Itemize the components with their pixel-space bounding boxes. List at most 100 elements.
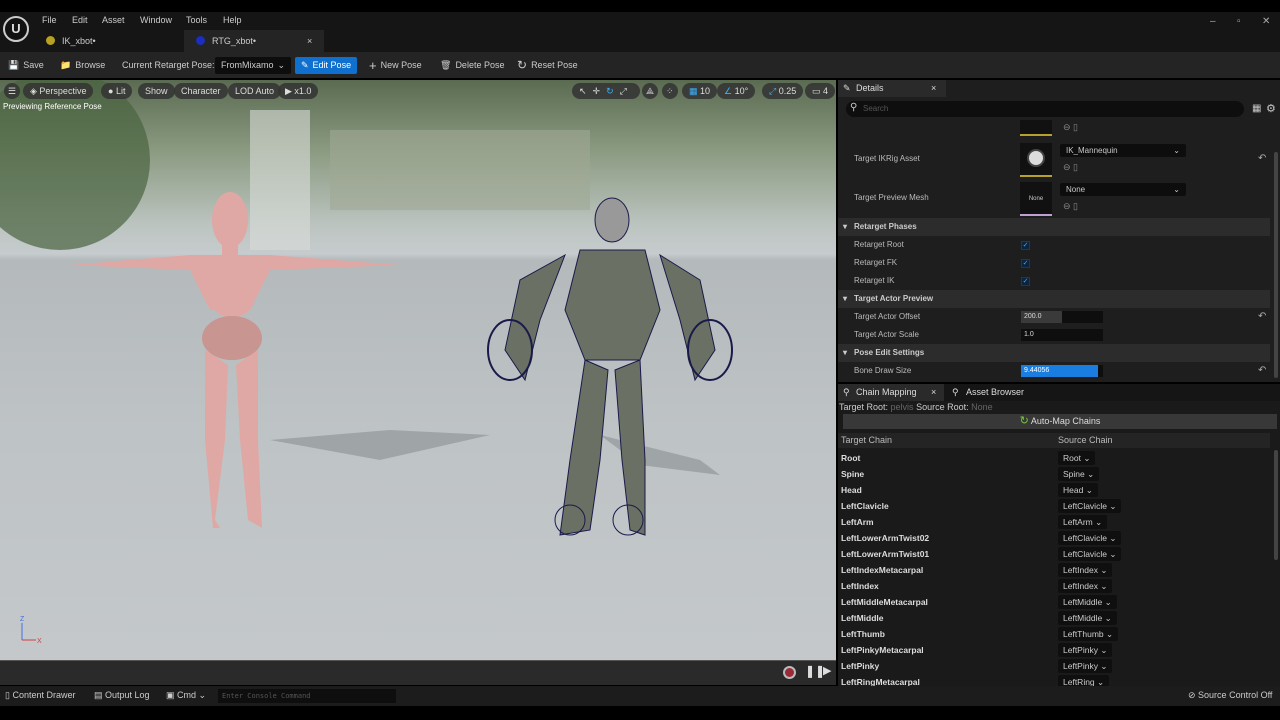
local-space-icon[interactable]: ⟁: [642, 83, 659, 99]
lod-button[interactable]: LOD Auto: [228, 83, 282, 99]
chain-row[interactable]: Head Head ⌄: [838, 482, 1270, 498]
source-chain-dropdown[interactable]: LeftPinky ⌄: [1058, 643, 1113, 657]
target-actor-offset-input[interactable]: 200.0: [1021, 311, 1103, 323]
menu-help[interactable]: Help: [223, 15, 242, 25]
chain-row[interactable]: LeftClavicle LeftClavicle ⌄: [838, 498, 1270, 514]
chain-row[interactable]: Spine Spine ⌄: [838, 466, 1270, 482]
close-tab-icon[interactable]: ×: [307, 30, 312, 52]
reset-to-default-icon[interactable]: ↶: [1258, 153, 1266, 164]
retarget-fk-checkbox[interactable]: ✓: [1021, 259, 1030, 268]
search-input[interactable]: ⚲ Search: [846, 101, 1244, 117]
content-drawer-button[interactable]: ▯ Content Drawer: [5, 690, 75, 701]
settings-icon[interactable]: ⚙: [1266, 102, 1276, 115]
playback-speed-button[interactable]: ▶ x1.0: [278, 83, 319, 99]
edit-pose-button[interactable]: ✎ Edit Pose: [295, 57, 358, 74]
source-chain-dropdown[interactable]: LeftMiddle ⌄: [1058, 611, 1117, 625]
bone-draw-size-input[interactable]: 9.44056: [1021, 365, 1103, 377]
chain-row[interactable]: LeftThumb LeftThumb ⌄: [838, 626, 1270, 642]
character-button[interactable]: Character: [174, 83, 228, 99]
rotation-snap-button[interactable]: ∠ 10°: [717, 83, 756, 99]
chain-row[interactable]: LeftIndexMetacarpal LeftIndex ⌄: [838, 562, 1270, 578]
cmd-dropdown[interactable]: ▣ Cmd ⌄: [166, 690, 206, 701]
close-tab-icon[interactable]: ×: [931, 384, 936, 401]
retarget-root-checkbox[interactable]: ✓: [1021, 241, 1030, 250]
viewport[interactable]: ZX ☰ ◈ Perspective ● Lit Show Character …: [0, 80, 836, 660]
target-mesh-dropdown[interactable]: None ⌄: [1060, 183, 1186, 196]
perspective-button[interactable]: ◈ Perspective: [23, 83, 94, 99]
lit-button[interactable]: ● Lit: [101, 83, 133, 99]
source-chain-dropdown[interactable]: LeftClavicle ⌄: [1058, 499, 1122, 513]
chain-row[interactable]: Root Root ⌄: [838, 450, 1270, 466]
target-actor-scale-input[interactable]: 1.0: [1021, 329, 1103, 341]
maximize-icon[interactable]: ▫: [1237, 16, 1241, 27]
grid-snap-button[interactable]: ▦ 10: [682, 83, 718, 99]
source-control-button[interactable]: ⊘ Source Control Off: [1188, 690, 1272, 701]
tab-rtg-xbot[interactable]: RTG_xbot• ×: [184, 30, 324, 52]
retarget-ik-checkbox[interactable]: ✓: [1021, 277, 1030, 286]
reset-pose-button[interactable]: ↻ Reset Pose: [517, 57, 578, 74]
tab-chain-mapping[interactable]: ⚲ Chain Mapping ×: [838, 384, 944, 401]
console-input[interactable]: Enter Console Command: [218, 689, 396, 703]
source-chain-dropdown[interactable]: LeftIndex ⌄: [1058, 563, 1113, 577]
tab-ik-xbot[interactable]: IK_xbot•: [34, 30, 184, 52]
output-log-button[interactable]: ▤ Output Log: [94, 690, 150, 701]
source-chain-dropdown[interactable]: Head ⌄: [1058, 483, 1098, 497]
new-pose-button[interactable]: + New Pose: [369, 57, 422, 74]
section-target-actor-preview[interactable]: ▾ Target Actor Preview: [838, 290, 1270, 308]
table-view-icon[interactable]: ▦: [1252, 103, 1261, 114]
show-button[interactable]: Show: [138, 83, 175, 99]
chain-row[interactable]: LeftPinky LeftPinky ⌄: [838, 658, 1270, 674]
menu-window[interactable]: Window: [140, 15, 172, 25]
auto-map-chains-button[interactable]: ↻ Auto-Map Chains: [843, 414, 1277, 429]
source-chain-dropdown[interactable]: LeftClavicle ⌄: [1058, 531, 1122, 545]
source-chain-dropdown[interactable]: LeftPinky ⌄: [1058, 659, 1113, 673]
chain-row[interactable]: LeftArm LeftArm ⌄: [838, 514, 1270, 530]
save-button[interactable]: 💾 Save: [8, 57, 44, 74]
chain-scrollbar[interactable]: [1274, 450, 1278, 560]
record-icon[interactable]: [783, 666, 796, 679]
source-chain-dropdown[interactable]: LeftArm ⌄: [1058, 515, 1108, 529]
menu-edit[interactable]: Edit: [72, 15, 88, 25]
target-ikrig-dropdown[interactable]: IK_Mannequin ⌄: [1060, 144, 1186, 157]
section-pose-edit-settings[interactable]: ▾ Pose Edit Settings: [838, 344, 1270, 362]
chain-row[interactable]: LeftMiddleMetacarpal LeftMiddle ⌄: [838, 594, 1270, 610]
camera-speed-button[interactable]: ▭ 4: [805, 83, 836, 99]
chain-row[interactable]: LeftRingMetacarpal LeftRing ⌄: [838, 674, 1270, 686]
browse-button[interactable]: 📁 Browse: [60, 57, 105, 74]
source-chain-dropdown[interactable]: LeftClavicle ⌄: [1058, 547, 1122, 561]
source-chain-dropdown[interactable]: LeftMiddle ⌄: [1058, 595, 1117, 609]
close-tab-icon[interactable]: ×: [931, 80, 936, 97]
tab-details[interactable]: ✎ Details ×: [838, 80, 946, 97]
close-window-icon[interactable]: ✕: [1262, 16, 1270, 27]
browse-asset-icons[interactable]: ⊖ ▯: [1063, 122, 1078, 133]
chain-row[interactable]: LeftLowerArmTwist01 LeftClavicle ⌄: [838, 546, 1270, 562]
source-chain-dropdown[interactable]: Spine ⌄: [1058, 467, 1100, 481]
source-chain-dropdown[interactable]: LeftRing ⌄: [1058, 675, 1110, 686]
browse-asset-icons[interactable]: ⊖ ▯: [1063, 162, 1078, 173]
browse-asset-icons[interactable]: ⊖ ▯: [1063, 201, 1078, 212]
chain-row[interactable]: LeftPinkyMetacarpal LeftPinky ⌄: [838, 642, 1270, 658]
reset-to-default-icon[interactable]: ↶: [1258, 362, 1266, 380]
section-retarget-phases[interactable]: ▾ Retarget Phases: [838, 218, 1270, 236]
menu-tools[interactable]: Tools: [186, 15, 207, 25]
minimize-icon[interactable]: –: [1210, 16, 1216, 27]
delete-pose-button[interactable]: 🗑 Delete Pose: [440, 57, 504, 74]
tab-asset-browser[interactable]: ⚲ Asset Browser: [948, 384, 1048, 401]
column-source-chain[interactable]: Source Chain: [1058, 433, 1113, 448]
menu-file[interactable]: File: [42, 15, 57, 25]
transform-tools[interactable]: ↖✛↻⤢: [572, 83, 640, 99]
source-chain-dropdown[interactable]: LeftIndex ⌄: [1058, 579, 1113, 593]
column-target-chain[interactable]: Target Chain: [841, 433, 892, 448]
step-forward-icon[interactable]: ▶: [823, 664, 831, 677]
source-chain-dropdown[interactable]: Root ⌄: [1058, 451, 1096, 465]
chain-row[interactable]: LeftIndex LeftIndex ⌄: [838, 578, 1270, 594]
source-chain-dropdown[interactable]: LeftThumb ⌄: [1058, 627, 1119, 641]
chain-row[interactable]: LeftMiddle LeftMiddle ⌄: [838, 610, 1270, 626]
menu-asset[interactable]: Asset: [102, 15, 125, 25]
chain-row[interactable]: LeftLowerArmTwist02 LeftClavicle ⌄: [838, 530, 1270, 546]
reset-to-default-icon[interactable]: ↶: [1258, 308, 1266, 326]
scale-snap-button[interactable]: ⤢ 0.25: [762, 83, 804, 99]
surface-snap-icon[interactable]: ⁘: [662, 83, 678, 99]
details-scrollbar[interactable]: [1274, 152, 1278, 378]
pose-dropdown[interactable]: FromMixamo ⌄: [215, 57, 292, 74]
